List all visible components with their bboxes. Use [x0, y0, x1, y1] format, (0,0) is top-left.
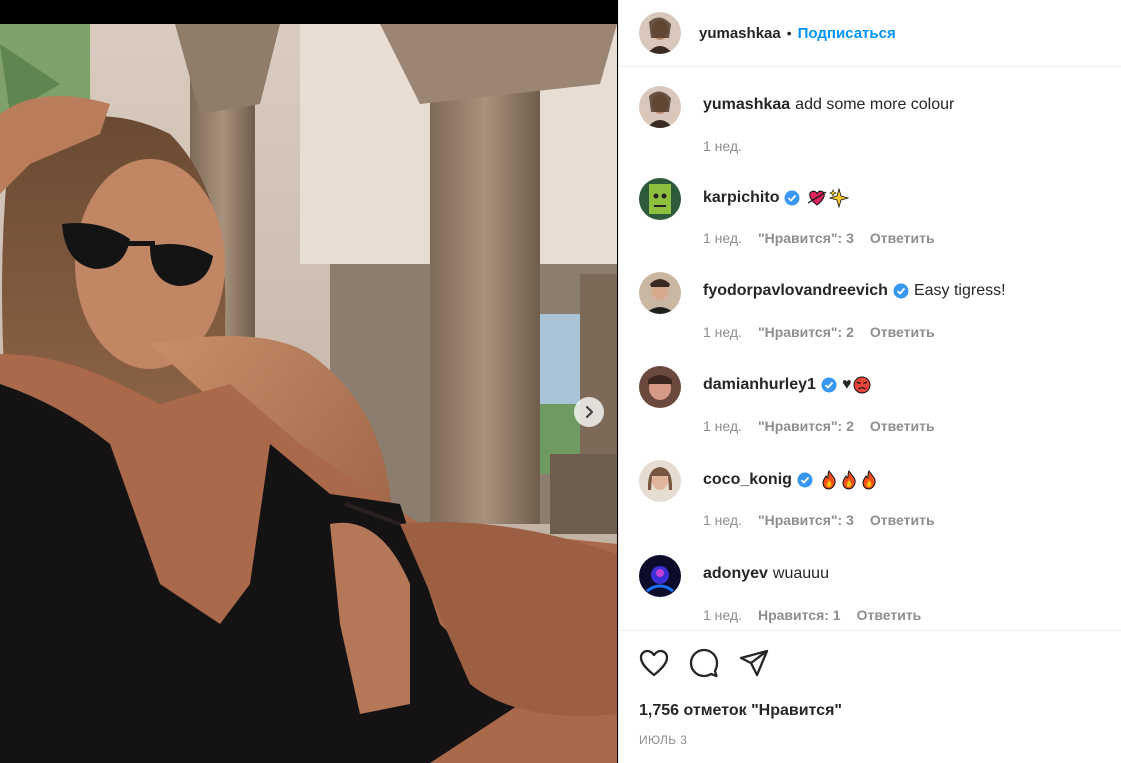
comment-time[interactable]: 1 нед.: [703, 324, 742, 340]
comment-likes[interactable]: "Нравится": 2: [758, 418, 854, 434]
comment-likes[interactable]: Нравится: 1: [758, 607, 841, 623]
comment-time[interactable]: 1 нед.: [703, 230, 742, 246]
comment-text: Easy tigress!: [913, 282, 1006, 299]
likes-count[interactable]: 1,756 отметок "Нравится": [639, 702, 842, 720]
fire-emoji: [822, 470, 836, 490]
commenter-username[interactable]: damianhurley1: [703, 376, 816, 394]
chevron-right-icon: [585, 405, 594, 419]
commenter-avatar[interactable]: [639, 555, 681, 597]
commenter-username[interactable]: adonyev: [703, 565, 768, 583]
heart-icon: [639, 649, 669, 677]
comment-time[interactable]: 1 нед.: [703, 418, 742, 434]
verified-badge-icon: [821, 377, 837, 393]
share-button[interactable]: [739, 648, 769, 678]
commenter-username[interactable]: coco_konig: [703, 471, 792, 489]
verified-badge-icon: [784, 190, 800, 206]
next-photo-button[interactable]: [574, 397, 604, 427]
caption-avatar[interactable]: [639, 86, 681, 128]
verified-badge-icon: [893, 283, 909, 299]
comment-text: ♥: [841, 376, 852, 393]
sparkles-emoji: [829, 188, 850, 208]
verified-badge-icon: [797, 472, 813, 488]
angry-face-emoji: [853, 376, 871, 394]
caption-username[interactable]: yumashkaa: [703, 96, 790, 114]
comment-time[interactable]: 1 нед.: [703, 512, 742, 528]
commenter-avatar[interactable]: [639, 366, 681, 408]
reply-button[interactable]: Ответить: [870, 512, 935, 528]
commenter-avatar[interactable]: [639, 460, 681, 502]
comment-likes[interactable]: "Нравится": 3: [758, 512, 854, 528]
fire-emoji: [862, 470, 876, 490]
author-avatar[interactable]: [639, 12, 681, 54]
post-actions: [639, 648, 789, 678]
like-button[interactable]: [639, 648, 669, 678]
reply-button[interactable]: Ответить: [857, 607, 922, 623]
caption-text: add some more colour: [795, 96, 955, 113]
media-top-bar: [0, 0, 617, 24]
comment-likes[interactable]: "Нравится": 2: [758, 324, 854, 340]
commenter-username[interactable]: fyodorpavlovandreevich: [703, 282, 888, 300]
reply-button[interactable]: Ответить: [870, 230, 935, 246]
comment-icon: [689, 648, 719, 678]
comments-list[interactable]: yumashkaa add some more colour 1 нед. ka…: [619, 67, 1121, 631]
header-separator: •: [786, 25, 792, 41]
reply-button[interactable]: Ответить: [870, 324, 935, 340]
commenter-avatar[interactable]: [639, 178, 681, 220]
post-media: [0, 0, 617, 763]
reply-button[interactable]: Ответить: [870, 418, 935, 434]
comment-likes[interactable]: "Нравится": 3: [758, 230, 854, 246]
post-header: yumashkaa • Подписаться: [619, 0, 1121, 67]
comment-button[interactable]: [689, 648, 719, 678]
comment-time[interactable]: 1 нед.: [703, 607, 742, 623]
share-icon: [739, 649, 769, 677]
heart-arrow-emoji: [808, 190, 827, 206]
author-username[interactable]: yumashkaa: [699, 25, 781, 42]
follow-button[interactable]: Подписаться: [798, 25, 896, 42]
caption-time[interactable]: 1 нед.: [703, 138, 742, 154]
post-photo: [0, 24, 617, 763]
comment-text: wuauuu: [772, 565, 829, 582]
post-date[interactable]: ИЮЛЬ 3: [639, 733, 687, 747]
commenter-username[interactable]: karpichito: [703, 189, 779, 207]
post-side-panel: yumashkaa • Подписаться yumashkaa add so…: [618, 0, 1121, 763]
fire-emoji: [842, 470, 856, 490]
commenter-avatar[interactable]: [639, 272, 681, 314]
